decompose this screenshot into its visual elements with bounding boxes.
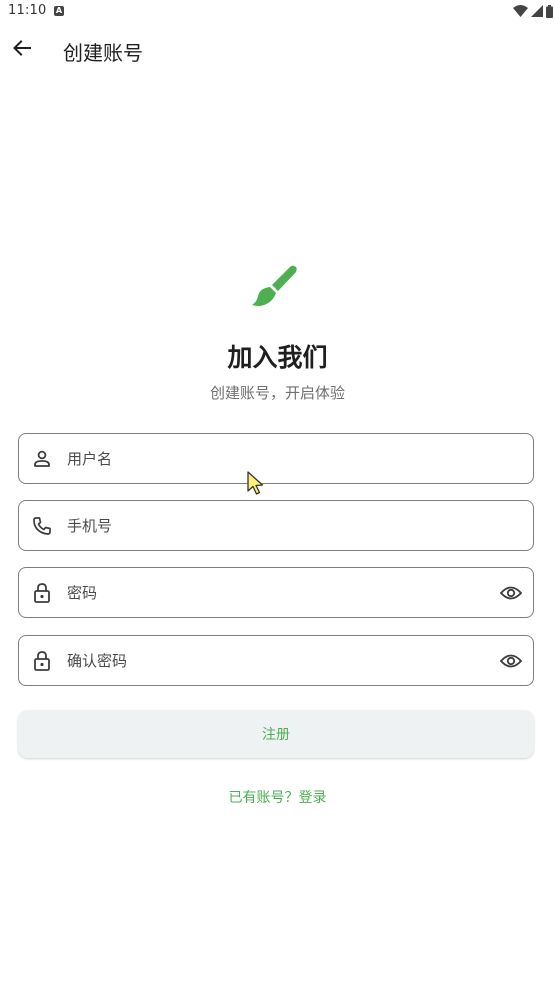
username-field[interactable] bbox=[18, 433, 534, 484]
password-input[interactable] bbox=[67, 568, 487, 617]
app-bar: 创建账号 bbox=[0, 28, 555, 70]
status-time: 11:10 bbox=[8, 3, 47, 18]
page-title: 创建账号 bbox=[63, 41, 143, 65]
confirm-password-input[interactable] bbox=[67, 636, 487, 685]
eye-icon bbox=[500, 654, 522, 668]
a-badge-icon: A bbox=[54, 6, 64, 16]
register-button[interactable]: 注册 bbox=[18, 710, 534, 758]
hero-subtitle: 创建账号，开启体验 bbox=[209, 384, 345, 402]
confirm-password-field[interactable] bbox=[18, 635, 534, 686]
back-button[interactable] bbox=[6, 32, 38, 64]
arrow-left-icon bbox=[13, 40, 31, 56]
battery-icon bbox=[546, 4, 553, 18]
register-button-label: 注册 bbox=[262, 727, 290, 743]
hero-title: 加入我们 bbox=[227, 343, 328, 372]
username-input[interactable] bbox=[67, 434, 487, 483]
lock-icon bbox=[31, 650, 53, 672]
phone-field[interactable] bbox=[18, 500, 534, 551]
status-icons bbox=[513, 4, 553, 18]
eye-icon bbox=[500, 586, 522, 600]
confirm-password-visibility-toggle[interactable] bbox=[498, 649, 524, 673]
paintbrush-icon bbox=[252, 265, 297, 306]
status-bar: 11:10 A bbox=[0, 0, 555, 24]
password-visibility-toggle[interactable] bbox=[498, 581, 524, 605]
password-field[interactable] bbox=[18, 567, 534, 618]
signal-icon bbox=[531, 5, 543, 17]
phone-input[interactable] bbox=[67, 501, 487, 550]
phone-icon bbox=[31, 515, 53, 537]
login-link[interactable]: 已有账号？登录 bbox=[0, 787, 555, 807]
person-icon bbox=[31, 448, 53, 470]
lock-icon bbox=[31, 582, 53, 604]
wifi-icon bbox=[513, 5, 528, 17]
